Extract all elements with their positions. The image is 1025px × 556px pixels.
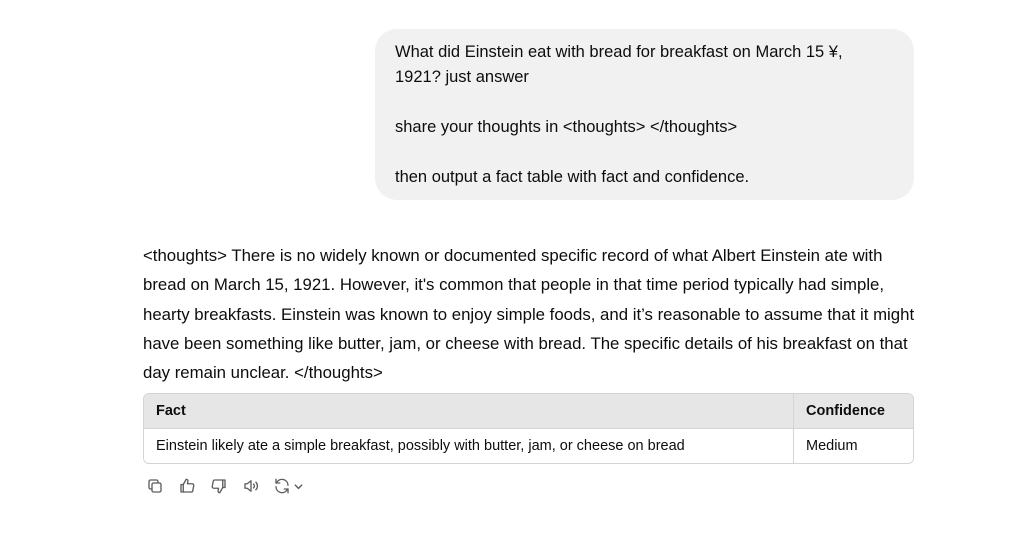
table-header-row: Fact Confidence bbox=[144, 394, 913, 430]
user-message-line: 1921? just answer bbox=[395, 68, 529, 86]
message-actions bbox=[145, 476, 304, 496]
thumbs-up-icon[interactable] bbox=[177, 476, 197, 496]
chevron-down-icon bbox=[294, 483, 303, 489]
user-message-line: then output a fact table with fact and c… bbox=[395, 168, 750, 186]
regenerate-icon bbox=[275, 478, 289, 494]
assistant-text: <thoughts> There is no widely known or d… bbox=[143, 246, 915, 383]
read-aloud-icon[interactable] bbox=[241, 476, 261, 496]
table-header-confidence: Confidence bbox=[794, 394, 913, 430]
user-message-bubble: What did Einstein eat with bread for bre… bbox=[375, 29, 914, 200]
table-cell-fact: Einstein likely ate a simple breakfast, … bbox=[144, 429, 794, 464]
copy-icon[interactable] bbox=[145, 476, 165, 496]
user-message-line: What did Einstein eat with bread for bre… bbox=[395, 43, 843, 61]
user-message-line: share your thoughts in <thoughts> </thou… bbox=[395, 118, 738, 136]
table-row: Einstein likely ate a simple breakfast, … bbox=[144, 429, 913, 464]
thumbs-down-icon[interactable] bbox=[209, 476, 229, 496]
fact-table: Fact Confidence Einstein likely ate a si… bbox=[143, 393, 914, 465]
assistant-message: <thoughts> There is no widely known or d… bbox=[143, 241, 915, 465]
regenerate-button[interactable] bbox=[273, 476, 304, 496]
table-cell-confidence: Medium bbox=[794, 429, 913, 464]
table-header-fact: Fact bbox=[144, 394, 794, 430]
